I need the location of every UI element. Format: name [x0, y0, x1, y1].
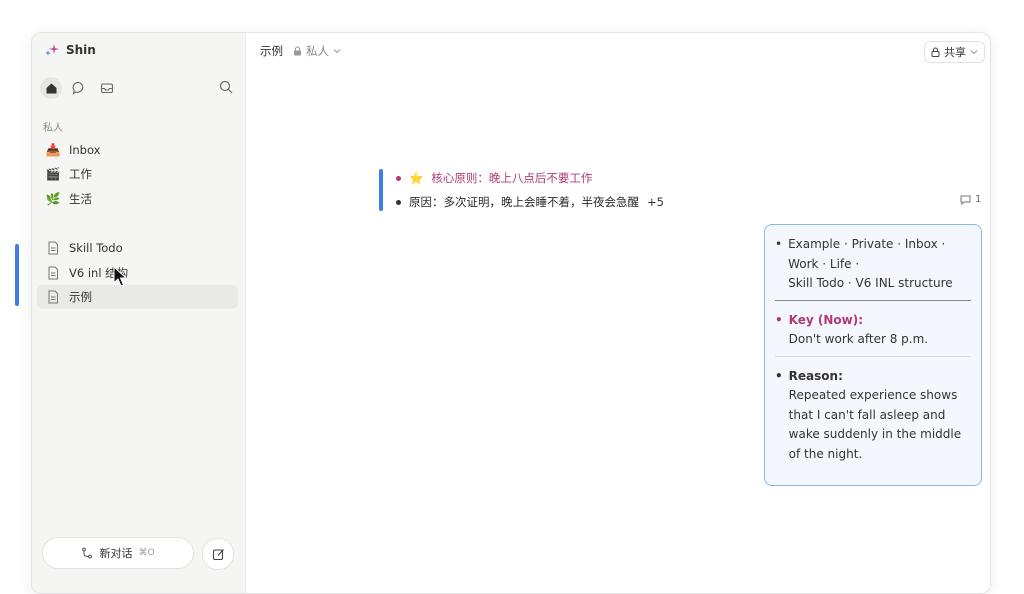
- sidebar-doc-v6-inl[interactable]: V6 inl 结构: [37, 261, 238, 285]
- herb-icon: 🌿: [45, 192, 61, 206]
- new-chat-button[interactable]: 新对话 ⌘O: [42, 537, 194, 569]
- bullet-dot: [396, 175, 401, 181]
- document-icon: [48, 266, 58, 280]
- chevron-down-icon: [333, 49, 341, 54]
- sidebar-item-inbox[interactable]: 📥 Inbox: [37, 138, 238, 162]
- sidebar-item-label: 工作: [69, 167, 92, 181]
- sidebar-item-life[interactable]: 🌿 生活: [37, 187, 238, 211]
- card-line: Work · Life ·: [788, 256, 860, 271]
- share-label: 共享: [944, 46, 966, 59]
- inbox-icon[interactable]: [96, 77, 118, 99]
- sidebar-doc-skill-todo[interactable]: Skill Todo: [37, 236, 238, 260]
- compose-button[interactable]: [202, 538, 234, 570]
- sidebar-item-label: Inbox: [69, 143, 101, 157]
- document-icon: [48, 241, 58, 255]
- document-icon: [48, 290, 58, 304]
- sidebar-item-label: 示例: [69, 290, 92, 304]
- sidebar: Shin 私人 📥 Inbox 🎬 工作 🌿 生活 Skill Todo V6 …: [32, 33, 246, 593]
- divider: [775, 299, 971, 301]
- outline-list: ⭐ 核心原则：晚上八点后不要工作 原因：多次证明，晚上会睡不着，半夜会急醒 +5: [396, 166, 664, 214]
- privacy-label: 私人: [306, 44, 329, 58]
- highlight-marker: [15, 244, 19, 306]
- edit-icon: [212, 548, 224, 560]
- key-label: Key (Now):: [788, 312, 864, 327]
- branch-icon: [82, 547, 93, 559]
- breadcrumb: 示例 私人: [260, 43, 341, 59]
- reason-line: of the night.: [788, 446, 863, 461]
- bullet-dot: •: [775, 312, 783, 327]
- sidebar-tabs: [40, 77, 118, 99]
- privacy-dropdown[interactable]: 私人: [293, 43, 341, 59]
- section-label-private: 私人: [43, 123, 63, 134]
- search-icon[interactable]: [219, 79, 233, 98]
- clapper-icon: 🎬: [45, 167, 61, 181]
- comment-indicator[interactable]: 1: [960, 194, 981, 205]
- comment-icon: [960, 195, 971, 205]
- sparkle-icon: [45, 44, 59, 56]
- lock-icon: [294, 46, 301, 56]
- highlight-marker: [379, 169, 383, 211]
- more-count-badge[interactable]: +5: [647, 195, 664, 209]
- share-button[interactable]: 共享: [924, 41, 985, 63]
- page-title: 示例: [260, 44, 283, 58]
- reason-line: that I can't fall asleep and: [788, 407, 946, 422]
- reason-label: Reason:: [788, 368, 843, 383]
- sidebar-doc-example[interactable]: 示例: [37, 285, 238, 309]
- reason-line: wake suddenly in the middle: [788, 427, 962, 441]
- topbar: 示例 私人 共享: [245, 33, 990, 67]
- bullet-text: 核心原则：晚上八点后不要工作: [431, 171, 593, 185]
- bullet-dot: •: [775, 237, 783, 251]
- sidebar-item-label: 生活: [69, 192, 92, 206]
- home-icon[interactable]: [40, 77, 62, 99]
- app-name: Shin: [66, 43, 96, 57]
- bullet-dot: [396, 199, 401, 205]
- chat-icon[interactable]: [68, 77, 90, 99]
- mouse-cursor-icon: [113, 266, 128, 287]
- new-chat-label: 新对话: [99, 547, 133, 560]
- bullet-text: 原因：多次证明，晚上会睡不着，半夜会急醒: [409, 195, 639, 209]
- card-line: Example · Private · Inbox ·: [788, 237, 946, 251]
- translation-card: • Example · Private · Inbox · Work · Lif…: [764, 224, 982, 486]
- key-text: Don't work after 8 p.m.: [788, 332, 929, 346]
- list-item[interactable]: 原因：多次证明，晚上会睡不着，半夜会急醒 +5: [396, 190, 664, 214]
- reason-line: Repeated experience shows: [788, 388, 958, 402]
- list-item[interactable]: ⭐ 核心原则：晚上八点后不要工作: [396, 166, 664, 190]
- card-line: Skill Todo · V6 INL structure: [788, 276, 953, 290]
- sidebar-item-label: Skill Todo: [69, 241, 123, 255]
- sidebar-item-work[interactable]: 🎬 工作: [37, 162, 238, 186]
- chevron-down-icon: [970, 50, 978, 55]
- comment-count: 1: [975, 194, 982, 205]
- divider: [775, 355, 971, 357]
- star-icon: ⭐: [409, 171, 424, 185]
- bullet-dot: •: [775, 368, 783, 383]
- lock-icon: [931, 47, 940, 57]
- inbox-tray-icon: 📥: [45, 143, 61, 157]
- shortcut-hint: ⌘O: [138, 548, 155, 558]
- brand[interactable]: Shin: [44, 43, 96, 57]
